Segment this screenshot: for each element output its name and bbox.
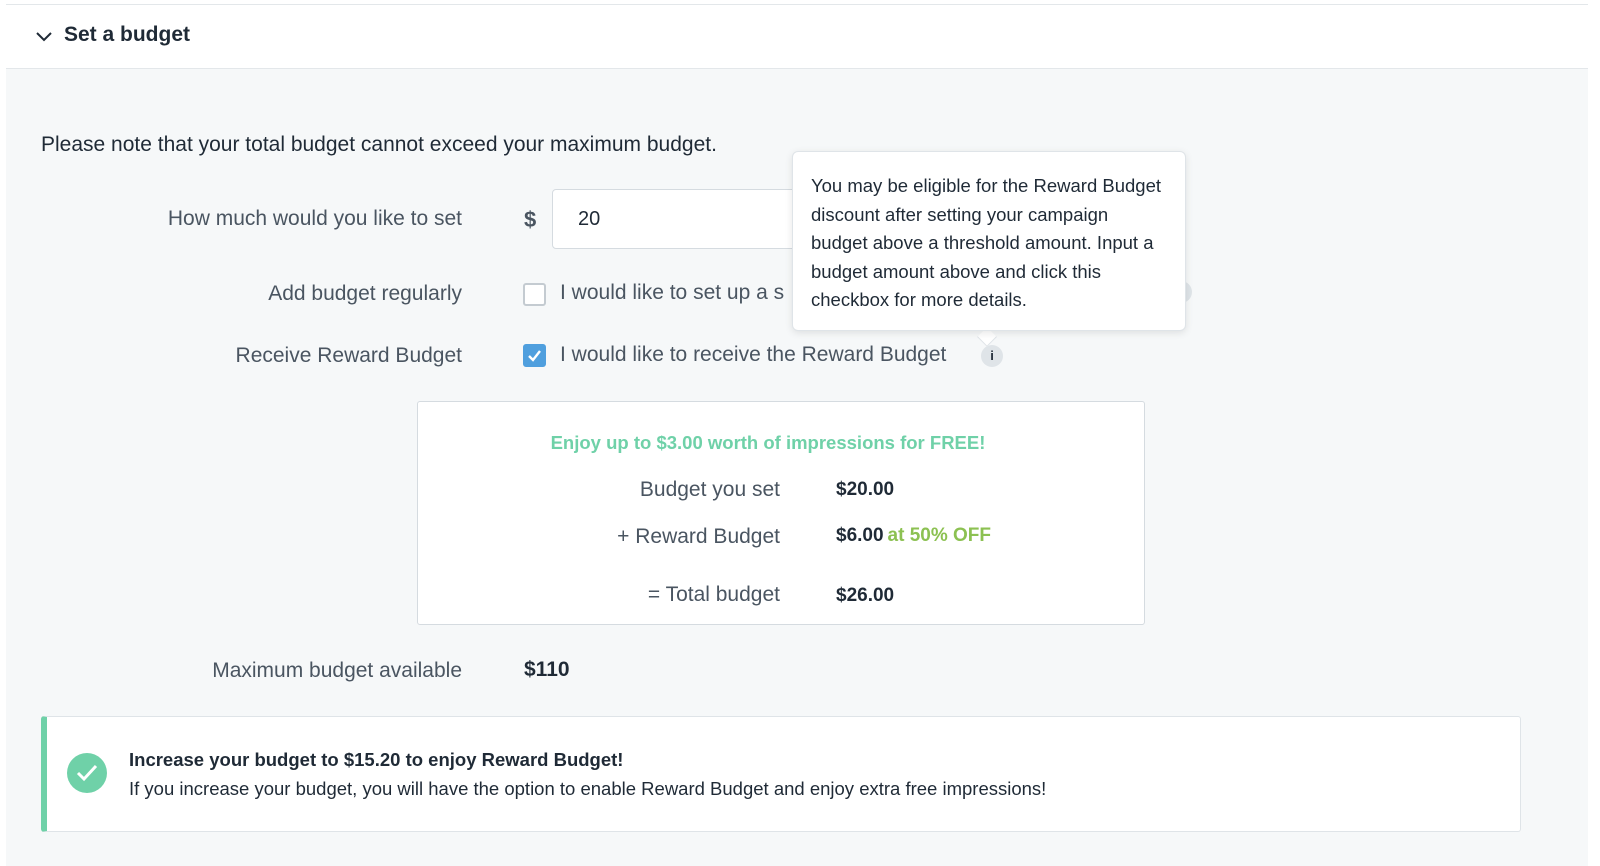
section-title: Set a budget [64,23,191,46]
max-budget-value: $110 [524,658,570,681]
info-icon[interactable]: i [981,345,1003,367]
reward-budget-checkbox[interactable] [523,344,546,367]
amount-label: How much would you like to set [167,207,462,230]
summary-label-reward: + Reward Budget [617,525,780,548]
summary-label-total: = Total budget [647,583,780,606]
chevron-down-icon[interactable] [34,27,54,47]
regular-budget-label: Add budget regularly [268,282,462,305]
regular-budget-checkbox[interactable] [523,283,546,306]
budget-notice: Please note that your total budget canno… [41,133,717,156]
summary-value-budget: $20.00 [836,479,895,500]
reward-alert: Increase your budget to $15.20 to enjoy … [41,716,1521,832]
reward-budget-checkbox-text[interactable]: I would like to receive the Reward Budge… [560,343,946,367]
reward-budget-label: Receive Reward Budget [235,344,462,367]
budget-amount-input[interactable] [552,189,812,249]
promo-text: Enjoy up to $3.00 worth of impressions f… [550,432,986,453]
section-header[interactable]: Set a budget [6,5,1588,69]
discount-note: at 50% OFF [887,525,992,546]
alert-title: Increase your budget to $15.20 to enjoy … [129,749,624,770]
summary-label-budget: Budget you set [639,478,780,501]
regular-budget-checkbox-text[interactable]: I would like to set up a s [560,281,784,305]
reward-budget-tooltip: You may be eligible for the Reward Budge… [792,151,1186,331]
summary-value-reward: $6.00 at 50% OFF [836,525,992,546]
checkmark-icon [528,350,541,362]
max-budget-label: Maximum budget available [212,659,462,682]
budget-panel: Set a budget Please note that your total… [6,4,1588,866]
summary-value-total: $26.00 [836,585,895,606]
currency-symbol: $ [524,207,537,232]
reward-summary-box: Enjoy up to $3.00 worth of impressions f… [417,401,1145,625]
success-check-icon [67,753,107,793]
alert-body: If you increase your budget, you will ha… [129,778,1047,799]
